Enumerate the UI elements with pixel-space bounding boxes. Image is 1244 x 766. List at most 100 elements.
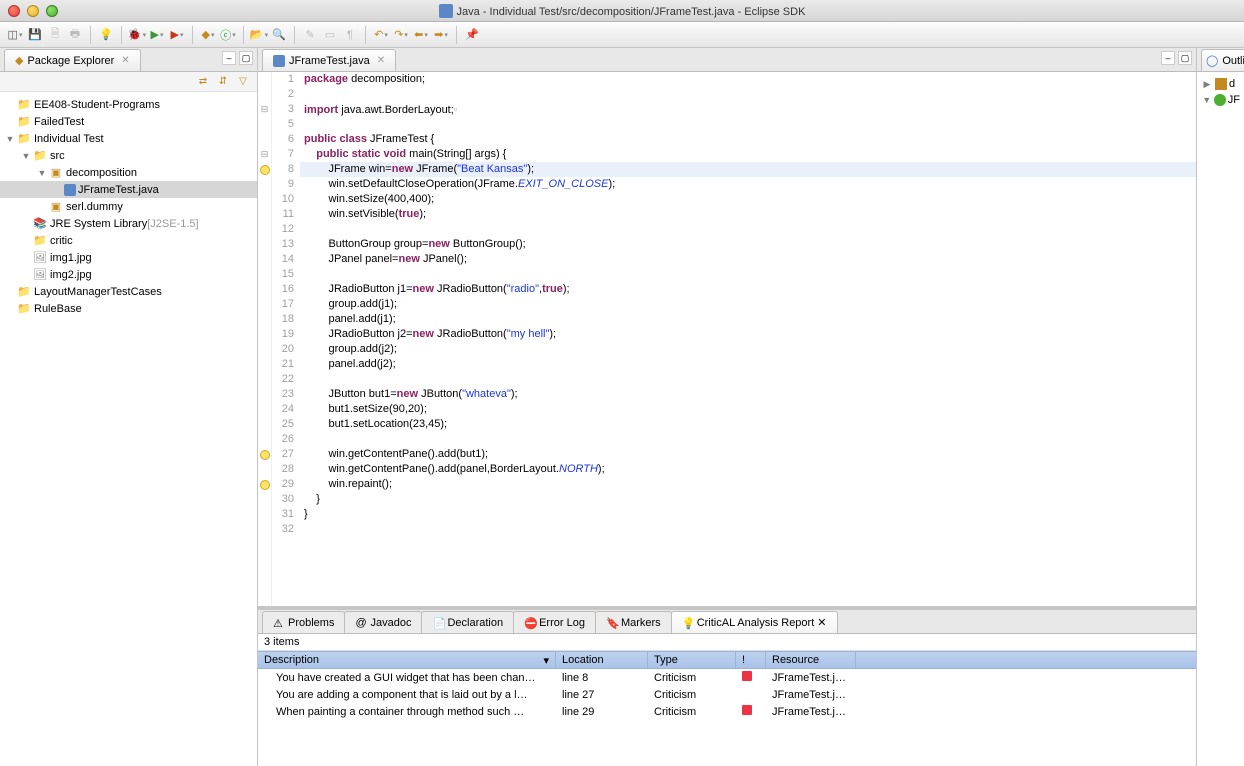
new-button[interactable]: ◫▾ — [6, 26, 24, 44]
priority-icon — [742, 705, 752, 715]
package-explorer-tree[interactable]: 📁EE408-Student-Programs📁FailedTest▼📁Indi… — [0, 92, 257, 766]
outline-item[interactable]: ▶d — [1201, 76, 1240, 92]
tree-item[interactable]: ▼📁Individual Test — [0, 130, 257, 147]
collapse-all-icon[interactable]: ⇄ — [195, 75, 211, 89]
java-icon — [64, 184, 76, 196]
tab-icon: 🔖 — [606, 617, 618, 629]
java-icon — [439, 4, 453, 18]
minimize-editor-button[interactable]: – — [1161, 51, 1175, 65]
search-button[interactable]: 🔍 — [270, 26, 288, 44]
bottom-tab-markers[interactable]: 🔖Markers — [595, 611, 672, 633]
new-package-button[interactable]: ◆▾ — [199, 26, 217, 44]
column-header[interactable]: Resource — [766, 652, 856, 668]
close-icon[interactable]: ✕ — [121, 55, 129, 66]
open-type-button[interactable]: 📂▾ — [250, 26, 268, 44]
window-titlebar: Java - Individual Test/src/decomposition… — [0, 0, 1244, 22]
lib-icon: 📚 — [32, 217, 48, 231]
back-button[interactable]: ⬅▾ — [412, 26, 430, 44]
tab-icon: ⛔ — [524, 617, 536, 629]
save-button[interactable]: 💾 — [26, 26, 44, 44]
close-icon[interactable]: ✕ — [377, 55, 385, 66]
problem-row[interactable]: When painting a container through method… — [258, 703, 1196, 720]
tree-item[interactable]: ▣serl.dummy — [0, 198, 257, 215]
problem-row[interactable]: You have created a GUI widget that has b… — [258, 669, 1196, 686]
tab-icon: @ — [355, 617, 367, 629]
tree-item[interactable]: 📁RuleBase — [0, 300, 257, 317]
tree-item[interactable]: 🖼img2.jpg — [0, 266, 257, 283]
print-button[interactable]: 🖶 — [66, 26, 84, 44]
outline-label: Outli — [1222, 55, 1244, 67]
bottom-tab-error-log[interactable]: ⛔Error Log — [513, 611, 596, 633]
package-explorer-icon: ◆ — [15, 54, 23, 67]
items-count: 3 items — [258, 634, 1196, 651]
folder-icon: 📁 — [32, 149, 48, 163]
toggle-mark-button[interactable]: ✎ — [301, 26, 319, 44]
package-explorer-tab[interactable]: ◆ Package Explorer ✕ — [4, 49, 141, 71]
run-external-button[interactable]: ▶▾ — [168, 26, 186, 44]
bottom-tab-critical-analysis-report[interactable]: 💡CriticAL Analysis Report ✕ — [671, 611, 838, 633]
outline-pane: ◯ Outli ▶d ▼JF — [1196, 48, 1244, 766]
pkg-icon: ▣ — [48, 200, 64, 214]
package-explorer-pane: ◆ Package Explorer ✕ – ▢ ⇄ ⇵ ▽ 📁EE408-St… — [0, 48, 258, 766]
quickfix-bulb-icon[interactable] — [260, 450, 270, 460]
tree-item[interactable]: 📁critic — [0, 232, 257, 249]
proj-icon: 📁 — [16, 115, 32, 129]
tab-icon: ⚠ — [273, 617, 285, 629]
tree-item[interactable]: 📁LayoutManagerTestCases — [0, 283, 257, 300]
quickfix-bulb-icon[interactable] — [260, 480, 270, 490]
minimize-view-button[interactable]: – — [222, 51, 236, 65]
show-whitespace-button[interactable]: ¶ — [341, 26, 359, 44]
next-annotation-button[interactable]: ↷▾ — [392, 26, 410, 44]
bulb-icon[interactable]: 💡 — [97, 26, 115, 44]
outline-icon: ◯ — [1206, 54, 1218, 67]
tree-item[interactable]: 🖼img1.jpg — [0, 249, 257, 266]
folder-icon: 📁 — [32, 234, 48, 248]
column-header[interactable]: Description ▾ — [258, 652, 556, 668]
view-menu-icon[interactable]: ▽ — [235, 75, 251, 89]
column-header[interactable]: ! — [736, 652, 766, 668]
main-toolbar: ◫▾ 💾 🗎 🖶 💡 🐞▾ ▶▾ ▶▾ ◆▾ ⓒ▾ 📂▾ 🔍 ✎ ▭ ¶ ↶▾ … — [0, 22, 1244, 48]
quickfix-bulb-icon[interactable] — [260, 165, 270, 175]
tree-item[interactable]: JFrameTest.java — [0, 181, 257, 198]
column-header[interactable]: Type — [648, 652, 736, 668]
pkg-icon: ▣ — [48, 166, 64, 180]
problem-row[interactable]: You are adding a component that is laid … — [258, 686, 1196, 703]
column-header[interactable]: Location — [556, 652, 648, 668]
bottom-tab-javadoc[interactable]: @Javadoc — [344, 611, 422, 633]
run-button[interactable]: ▶▾ — [148, 26, 166, 44]
java-file-icon — [273, 55, 285, 67]
proj-icon: 📁 — [16, 285, 32, 299]
pin-button[interactable]: 📌 — [463, 26, 481, 44]
window-title: Java - Individual Test/src/decomposition… — [0, 4, 1244, 18]
editor-tab[interactable]: JFrameTest.java ✕ — [262, 49, 396, 71]
bottom-tab-problems[interactable]: ⚠Problems — [262, 611, 345, 633]
last-edit-button[interactable]: ↶▾ — [372, 26, 390, 44]
tree-item[interactable]: 📁FailedTest — [0, 113, 257, 130]
tree-item[interactable]: 📚JRE System Library [J2SE-1.5] — [0, 215, 257, 232]
outline-tab[interactable]: ◯ Outli — [1201, 49, 1244, 71]
tree-item[interactable]: ▼▣decomposition — [0, 164, 257, 181]
link-editor-icon[interactable]: ⇵ — [215, 75, 231, 89]
proj-icon: 📁 — [16, 302, 32, 316]
save-all-button[interactable]: 🗎 — [46, 26, 64, 44]
code-editor[interactable]: ⊟⊟ 1235678910111213141516171819202122232… — [258, 72, 1196, 606]
outline-item[interactable]: ▼JF — [1201, 92, 1240, 108]
close-icon[interactable]: ✕ — [817, 616, 826, 629]
new-class-button[interactable]: ⓒ▾ — [219, 26, 237, 44]
forward-button[interactable]: ➡▾ — [432, 26, 450, 44]
debug-button[interactable]: 🐞▾ — [128, 26, 146, 44]
proj-icon: 📁 — [16, 132, 32, 146]
maximize-editor-button[interactable]: ▢ — [1178, 51, 1192, 65]
tree-item[interactable]: 📁EE408-Student-Programs — [0, 96, 257, 113]
bottom-tab-declaration[interactable]: 📄Declaration — [421, 611, 514, 633]
tab-icon: 💡 — [682, 617, 694, 629]
tab-icon: 📄 — [432, 617, 444, 629]
img-icon: 🖼 — [32, 251, 48, 265]
maximize-view-button[interactable]: ▢ — [239, 51, 253, 65]
block-select-button[interactable]: ▭ — [321, 26, 339, 44]
proj-icon: 📁 — [16, 98, 32, 112]
priority-icon — [742, 671, 752, 681]
bottom-panel: ⚠Problems@Javadoc📄Declaration⛔Error Log🔖… — [258, 606, 1196, 766]
tree-item[interactable]: ▼📁src — [0, 147, 257, 164]
editor-tab-label: JFrameTest.java — [289, 55, 370, 67]
